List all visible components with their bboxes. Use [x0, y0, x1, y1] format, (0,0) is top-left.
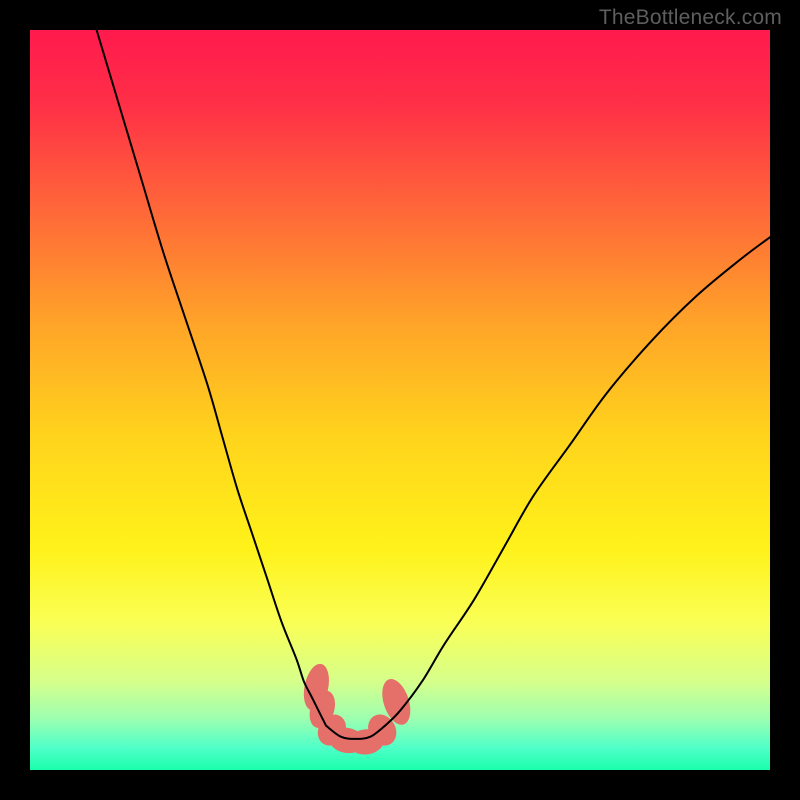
bottleneck-chart [30, 30, 770, 770]
chart-frame: TheBottleneck.com [0, 0, 800, 800]
watermark-text: TheBottleneck.com [599, 6, 782, 30]
gradient-background [30, 30, 770, 770]
